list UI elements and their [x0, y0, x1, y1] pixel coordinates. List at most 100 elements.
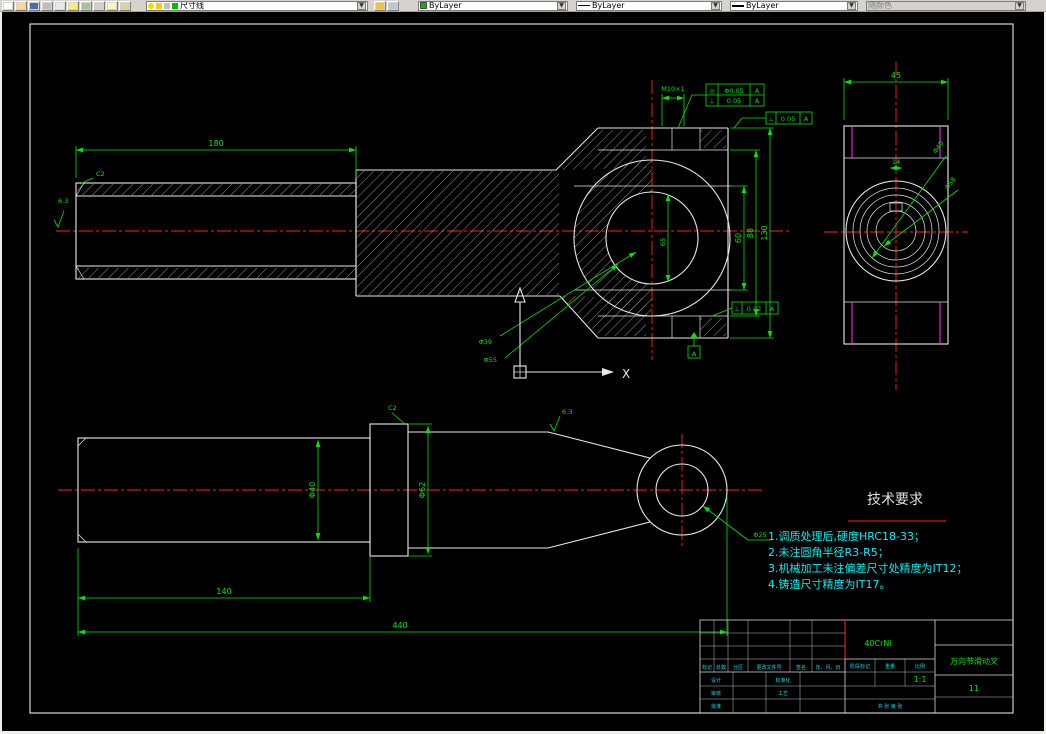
svg-text:140: 140	[216, 587, 231, 596]
view-end: 45 14 Φ40 Φ58	[824, 62, 968, 390]
roughness-icon	[53, 210, 65, 228]
svg-text:60: 60	[734, 233, 743, 243]
svg-text:180: 180	[208, 139, 223, 148]
layer-combo[interactable]: 尺寸线 ▼	[146, 0, 368, 11]
layer-current-icon	[121, 2, 129, 9]
chevron-down-icon[interactable]: ▼	[557, 1, 566, 10]
sheet-number: 11	[969, 684, 979, 693]
svg-text:0.02: 0.02	[747, 305, 761, 313]
layer-previous-icon	[389, 2, 397, 9]
model-space-canvas[interactable]: 180 C2 6.3 M10×1 ◎ Φ0.05 A ⊥ 0.05 A ⊥ 0.…	[2, 12, 1044, 731]
tech-item: 3.机械加工未注偏差尺寸处精度为IT12；	[768, 561, 967, 575]
dim-180: 180	[75, 139, 357, 178]
scale-label: 比例	[915, 663, 925, 670]
svg-text:Φ58: Φ58	[943, 176, 957, 192]
spellcheck-icon	[69, 2, 77, 9]
svg-text:Φ55: Φ55	[484, 356, 497, 364]
svg-text:440: 440	[392, 621, 407, 630]
lineweight-sample-icon	[732, 4, 744, 7]
role-label: 审核	[711, 690, 721, 697]
layers-dialog-button[interactable]	[106, 0, 118, 11]
save-disk-icon	[30, 2, 38, 9]
undo-button[interactable]	[80, 0, 92, 11]
open-folder-icon	[17, 2, 25, 9]
role-label: 标准化	[775, 677, 790, 684]
tech-item: 4.铸造尺寸精度为IT17。	[768, 577, 890, 591]
chevron-down-icon[interactable]: ▼	[711, 1, 720, 10]
linetype-combo[interactable]: ByLayer ▼	[576, 0, 722, 11]
fcf-top: ◎ Φ0.05 A ⊥ 0.05 A	[677, 83, 765, 129]
linetype-sample-icon	[578, 5, 590, 6]
svg-text:⊥: ⊥	[734, 305, 740, 313]
rev-header: 年、月、日	[815, 664, 840, 671]
match-properties-button[interactable]	[374, 0, 386, 11]
svg-text:A: A	[804, 115, 809, 123]
x-axis-arrow	[602, 368, 614, 376]
lineweight-combo[interactable]: ByLayer ▼	[730, 0, 858, 11]
new-doc-icon	[4, 2, 12, 9]
make-layer-current-button[interactable]	[119, 0, 131, 11]
svg-text:65: 65	[659, 238, 667, 246]
x-axis-label: X	[622, 367, 630, 381]
plot-style-combo-value: 随颜色	[868, 0, 892, 10]
rev-header: 更改文件号	[756, 664, 781, 671]
chevron-down-icon[interactable]: ▼	[357, 1, 366, 10]
title-block: 40CrNi 万向节滑动叉 11 阶段标记 重量 比例 1:1 共 张 第 张 …	[699, 619, 1014, 714]
svg-text:Φ39: Φ39	[479, 338, 492, 346]
svg-text:A: A	[755, 97, 760, 105]
roughness-icon-2	[549, 415, 561, 432]
svg-text:Φ25: Φ25	[753, 531, 766, 539]
roughness-value: 6.3	[58, 197, 68, 205]
rev-header: 处数	[716, 664, 726, 671]
plot-style-combo[interactable]: 随颜色 ▼	[866, 0, 1026, 11]
match-properties-icon	[376, 2, 384, 9]
svg-text:45: 45	[891, 71, 901, 80]
tech-item: 2.未注圆角半径R3-R5；	[768, 545, 889, 559]
fcf-bottom: ⊥ 0.02 A	[711, 301, 779, 317]
weight-label: 重量	[885, 663, 895, 670]
svg-text:Φ62: Φ62	[418, 482, 427, 498]
svg-text:◎: ◎	[709, 87, 715, 95]
role-label: 设计	[711, 677, 721, 684]
printer-icon	[43, 2, 51, 9]
layer-thaw-sun-icon	[156, 2, 162, 9]
chevron-down-icon[interactable]: ▼	[1015, 1, 1024, 10]
rev-header: 分区	[733, 664, 743, 671]
preview-button[interactable]	[54, 0, 66, 11]
dim-140: 140	[77, 548, 371, 602]
object-properties-toolbar: 尺寸线 ▼ ByLayer ▼ ByLayer ▼ ByLayer ▼ 随颜色 …	[0, 0, 1046, 12]
svg-text:0.05: 0.05	[727, 97, 741, 105]
layer-on-bulb-icon	[148, 2, 154, 9]
new-doc-button[interactable]	[2, 0, 14, 11]
color-combo[interactable]: ByLayer ▼	[418, 0, 568, 11]
svg-text:⊥: ⊥	[768, 115, 774, 123]
linetype-combo-value: ByLayer	[592, 0, 625, 10]
chamfer-label: C2	[96, 170, 105, 178]
svg-text:A: A	[692, 350, 697, 358]
tech-title: 技术要求	[867, 492, 923, 508]
dim-65: 65	[659, 194, 671, 282]
view-bottom: 140 440 Φ40 Φ62 C2 6.3 R63	[58, 404, 772, 636]
scale-value: 1:1	[914, 675, 927, 684]
fcf-right: ⊥ 0.05 A	[733, 111, 813, 129]
view-main-section: 180 C2 6.3 M10×1 ◎ Φ0.05 A ⊥ 0.05 A ⊥ 0.…	[53, 80, 813, 364]
spell-button[interactable]	[67, 0, 79, 11]
role-label: 批准	[711, 703, 721, 710]
save-button[interactable]	[28, 0, 40, 11]
print-button[interactable]	[41, 0, 53, 11]
current-color-swatch	[420, 2, 427, 9]
role-label: 工艺	[778, 691, 788, 697]
layer-previous-button[interactable]	[387, 0, 399, 11]
tech-requirements: 技术要求 1.调质处理后,硬度HRC18-33； 2.未注圆角半径R3-R5； …	[768, 492, 967, 591]
color-combo-value: ByLayer	[429, 0, 462, 10]
undo-icon	[82, 2, 90, 9]
cad-application-window: 尺寸线 ▼ ByLayer ▼ ByLayer ▼ ByLayer ▼ 随颜色 …	[0, 0, 1046, 734]
redo-button[interactable]	[93, 0, 105, 11]
layers-icon	[108, 2, 116, 9]
open-file-button[interactable]	[15, 0, 27, 11]
sheets-note: 共 张 第 张	[878, 703, 903, 710]
datum-flag: A	[687, 332, 701, 359]
chevron-down-icon[interactable]: ▼	[847, 1, 856, 10]
rev-header: 签名	[796, 664, 806, 671]
drawing-svg[interactable]: 180 C2 6.3 M10×1 ◎ Φ0.05 A ⊥ 0.05 A ⊥ 0.…	[2, 12, 1044, 731]
